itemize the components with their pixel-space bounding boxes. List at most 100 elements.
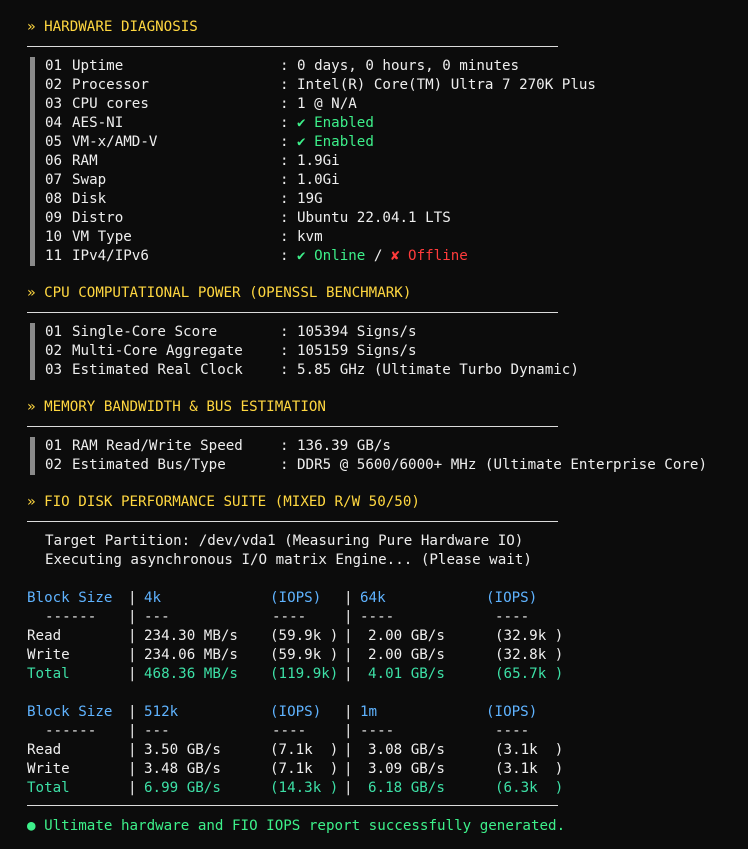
column-separator: | — [344, 761, 353, 777]
header-cell: 4k — [144, 590, 162, 606]
offline-status: ✘ Offline — [390, 248, 468, 264]
column-separator: | — [128, 628, 137, 644]
row-colon: : — [280, 210, 289, 226]
row-label: RAM Read/Write Speed — [72, 438, 243, 454]
divider — [27, 426, 558, 427]
info-row: 04 AES-NI: ✔ Enabled — [27, 114, 748, 133]
table-row: Write 234.06 MB/s (59.9k ) 2.00 GB/s (32.8k … — [27, 646, 748, 665]
row-name: Total — [27, 666, 70, 682]
row-colon: : — [280, 153, 289, 169]
column-separator: | — [128, 704, 137, 720]
divider — [27, 805, 558, 806]
row-value: ✔ Enabled — [297, 134, 374, 150]
row-value: ✔ Online / ✘ Offline — [297, 247, 468, 266]
info-row: 02 Multi-Core Aggregate:105159 Signs/s — [27, 342, 748, 361]
header-cell: (IOPS) — [486, 590, 538, 606]
column-separator: | — [344, 704, 353, 720]
row-label: Disk — [72, 191, 107, 207]
iops-cell: (65.7k ) — [495, 666, 564, 682]
row-label: Multi-Core Aggregate — [72, 343, 243, 359]
header-cell: (IOPS) — [270, 590, 322, 606]
column-separator: | — [128, 723, 137, 739]
row-value: 105394 Signs/s — [297, 324, 417, 340]
row-number: 06 — [45, 153, 63, 169]
column-separator: | — [128, 742, 137, 758]
speed-cell: 234.06 MB/s — [144, 647, 238, 663]
row-colon: : — [280, 343, 289, 359]
row-name: Read — [27, 742, 62, 758]
row-value: 19G — [297, 191, 323, 207]
row-value: DDR5 @ 5600/6000+ MHz (Ultimate Enterpri… — [297, 457, 707, 473]
row-value: 1.9Gi — [297, 153, 340, 169]
speed-cell: 468.36 MB/s — [144, 666, 238, 682]
table-row: Write 3.48 GB/s (7.1k ) 3.09 GB/s (3.1k ) | | — [27, 760, 748, 779]
speed-cell: 3.08 GB/s — [368, 742, 445, 758]
header-cell: Block Size — [27, 704, 113, 720]
info-row: 02 Estimated Bus/Type: DDR5 @ 5600/6000+ M… — [27, 456, 748, 475]
speed-cell: 4.01 GB/s — [368, 666, 445, 682]
divider — [27, 521, 558, 522]
row-value: 136.39 GB/s — [297, 438, 391, 454]
dash-cell: --- — [144, 609, 170, 625]
row-label: Uptime — [72, 58, 124, 74]
info-row: 01 Single-Core Score:105394 Signs/s — [27, 323, 748, 342]
row-label: Swap — [72, 172, 107, 188]
status-separator: / — [365, 248, 391, 264]
table-row: Total 468.36 MB/s (119.9k) 4.01 GB/s (65.7k … — [27, 665, 748, 684]
row-number: 10 — [45, 229, 63, 245]
row-number: 02 — [45, 343, 63, 359]
footer-status: ● Ultimate hardware and FIO IOPS report … — [27, 818, 566, 834]
divider — [27, 312, 558, 313]
row-number: 02 — [45, 457, 63, 473]
row-value: Ubuntu 22.04.1 LTS — [297, 210, 451, 226]
column-separator: | — [128, 761, 137, 777]
iops-cell: (119.9k) — [270, 666, 339, 682]
row-value: Intel(R) Core(TM) Ultra 7 270K Plus — [297, 77, 596, 93]
iops-cell: (59.9k ) — [270, 647, 339, 663]
fio-table-header: Block Size 512k (IOPS) 1m (IOPS) | | — [27, 703, 748, 722]
speed-cell: 3.50 GB/s — [144, 742, 221, 758]
row-number: 09 — [45, 210, 63, 226]
header-cell: 512k — [144, 704, 179, 720]
header-cell: (IOPS) — [486, 704, 538, 720]
dash-cell: ---- — [495, 609, 530, 625]
info-row: 02 Processor: Intel(R) Core(TM) Ultra 7 27… — [27, 76, 748, 95]
row-colon: : — [280, 58, 289, 74]
row-value: 1 @ N/A — [297, 96, 357, 112]
section-title-hardware: » HARDWARE DIAGNOSIS — [27, 19, 198, 35]
speed-cell: 6.99 GB/s — [144, 780, 221, 796]
row-colon: : — [280, 96, 289, 112]
row-value: 105159 Signs/s — [297, 343, 417, 359]
info-row: 08 Disk:19G — [27, 190, 748, 209]
row-label: Processor — [72, 77, 149, 93]
row-name: Write — [27, 761, 70, 777]
speed-cell: 3.48 GB/s — [144, 761, 221, 777]
speed-cell: 2.00 GB/s — [368, 647, 445, 663]
row-label: AES-NI — [72, 115, 124, 131]
row-colon: : — [280, 172, 289, 188]
info-row: 10 VM Type: kvm — [27, 228, 748, 247]
dash-cell: --- — [144, 723, 170, 739]
column-separator: | — [128, 780, 137, 796]
info-row: 07 Swap:1.0Gi — [27, 171, 748, 190]
speed-cell: 6.18 GB/s — [368, 780, 445, 796]
row-label: Single-Core Score — [72, 324, 218, 340]
row-number: 01 — [45, 438, 63, 454]
row-label: Estimated Bus/Type — [72, 457, 226, 473]
row-label: VM Type — [72, 229, 132, 245]
row-label: Estimated Real Clock — [72, 362, 243, 378]
dash-cell: ---- — [272, 609, 307, 625]
fio-table-dashes: ------ --- ---- ---- ---- | | — [27, 608, 748, 627]
fio-executing: Executing asynchronous I/O matrix Engine… — [45, 552, 532, 568]
info-row: 09 Distro: Ubuntu 22.04.1 LTS — [27, 209, 748, 228]
column-separator: | — [344, 742, 353, 758]
row-name: Total — [27, 780, 70, 796]
header-cell: Block Size — [27, 590, 113, 606]
header-cell: (IOPS) — [270, 704, 322, 720]
row-colon: : — [280, 134, 289, 150]
section-title-memory: » MEMORY BANDWIDTH & BUS ESTIMATION — [27, 399, 326, 415]
row-label: Distro — [72, 210, 124, 226]
online-status: ✔ Online — [297, 248, 366, 264]
table-row: Read 3.50 GB/s (7.1k ) 3.08 GB/s (3.1k ) | | — [27, 741, 748, 760]
row-label: VM-x/AMD-V — [72, 134, 158, 150]
